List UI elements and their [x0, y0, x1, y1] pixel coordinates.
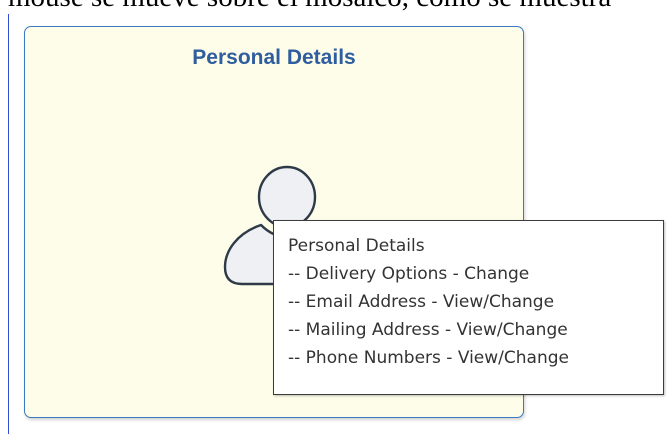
tooltip-item-phone-numbers: -- Phone Numbers - View/Change: [288, 348, 569, 368]
person-head-shape: [257, 165, 317, 229]
tile-title: Personal Details: [192, 46, 356, 69]
tooltip-item-delivery-options: -- Delivery Options - Change: [288, 264, 530, 284]
screenshot-page: mouse se mueve sobre el mosaico, como se…: [0, 0, 672, 434]
page-left-border: [8, 14, 9, 434]
tooltip-item-mailing-address: -- Mailing Address - View/Change: [288, 320, 568, 340]
document-text-line: mouse se mueve sobre el mosaico, como se…: [8, 0, 611, 14]
tooltip-item-email-address: -- Email Address - View/Change: [288, 292, 555, 312]
tooltip-heading: Personal Details: [288, 236, 425, 256]
tile-tooltip: Personal Details -- Delivery Options - C…: [273, 220, 664, 395]
